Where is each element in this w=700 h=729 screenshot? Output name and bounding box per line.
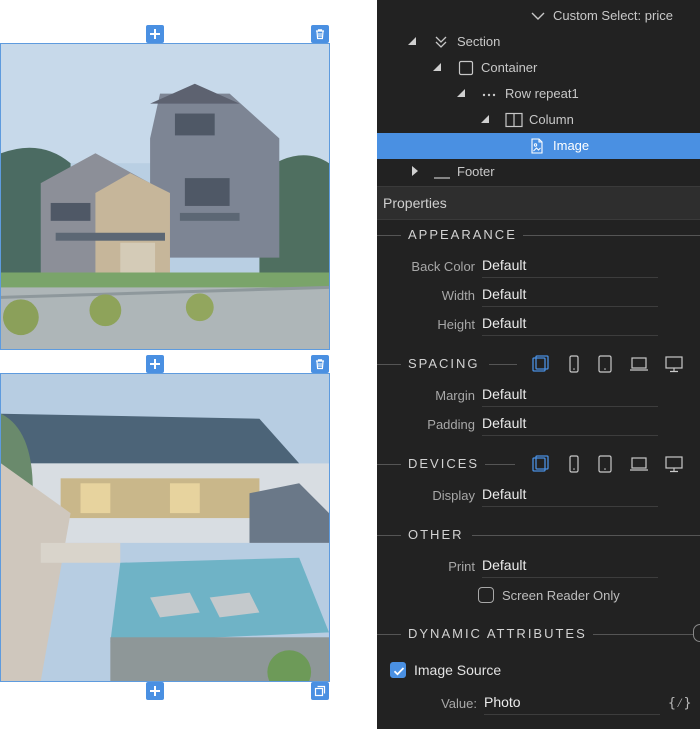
tree-item-label: Column [529,112,574,127]
duplicate-icon [314,685,326,697]
plus-icon [150,29,160,39]
expanded-caret-icon[interactable] [407,36,417,46]
phone-icon[interactable] [564,355,584,373]
tree-item-label: Section [457,34,501,49]
column-icon [505,112,523,128]
image-house-element[interactable] [0,43,330,350]
tree-item-label: Row repeat1 [505,86,579,101]
section-title: APPEARANCE [408,227,517,242]
add-element-button[interactable] [146,25,164,43]
dynamic-attributes-section-header[interactable]: DYNAMIC ATTRIBUTES [377,624,700,644]
height-field[interactable]: Default [482,315,658,336]
row-icon [482,93,496,97]
value-label: Value: [441,696,477,711]
width-label: Width [441,288,475,303]
image-source-checkbox[interactable] [390,662,406,678]
collapsed-caret-icon[interactable] [410,166,420,176]
section-title: DYNAMIC ATTRIBUTES [408,626,587,641]
image-source-label: Image Source [414,662,502,678]
value-field[interactable]: Photo [484,694,660,715]
padding-label: Padding [427,417,475,432]
tree-item-footer[interactable]: Footer [377,159,700,185]
trash-icon [316,359,324,370]
check-icon [393,667,405,676]
properties-header[interactable]: Properties [377,186,700,220]
desktop-icon[interactable] [664,355,684,373]
chevron-down-icon [531,12,545,20]
padding-field[interactable]: Default [482,415,658,436]
tree-item-label: Custom Select: price [553,8,673,23]
screen-reader-only-checkbox[interactable] [478,587,494,603]
phone-icon[interactable] [564,455,584,473]
design-canvas[interactable] [0,0,377,729]
tree-item-column[interactable]: Column [377,107,700,133]
divider [377,364,401,365]
all-devices-icon[interactable] [532,355,552,373]
tablet-icon[interactable] [595,355,615,373]
plus-icon [150,686,160,696]
section-title: SPACING [408,356,480,371]
screen-reader-only-label: Screen Reader Only [502,588,620,603]
laptop-icon[interactable] [629,355,649,373]
footer-icon [434,177,450,179]
delete-element-button[interactable] [311,355,329,373]
delete-element-button[interactable] [311,25,329,43]
other-section-header[interactable]: OTHER [377,525,700,545]
tree-item-label: Container [481,60,538,75]
margin-field[interactable]: Default [482,386,658,407]
dynamic-expression-icon[interactable]: {⁄} [668,696,691,711]
divider [377,464,401,465]
back-color-label: Back Color [411,259,475,274]
tree-item-custom-select[interactable]: Custom Select: price [377,3,700,29]
divider [377,235,401,236]
add-element-button[interactable] [146,355,164,373]
tablet-icon[interactable] [595,455,615,473]
tree-item-row[interactable]: Row repeat1 [377,81,700,107]
image-pool-element[interactable] [0,373,330,682]
width-field[interactable]: Default [482,286,658,307]
desktop-icon[interactable] [664,455,684,473]
section-icon [435,36,447,48]
tree-item-label: Image [553,138,590,153]
expanded-caret-icon[interactable] [456,88,466,98]
section-title: OTHER [408,527,464,542]
divider [523,235,700,236]
margin-label: Margin [435,388,475,403]
right-panel: Custom Select: price Section Container R… [377,0,700,729]
tree-item-section[interactable]: Section [377,29,700,55]
display-label: Display [432,488,475,503]
display-field[interactable]: Default [482,486,658,507]
expanded-caret-icon[interactable] [480,114,490,124]
tree-item-image[interactable]: Image [377,133,700,159]
trash-icon [316,29,324,40]
image-file-icon [531,138,543,154]
plus-icon [150,359,160,369]
house-photo [1,44,329,349]
tree-item-container[interactable]: Container [377,55,700,81]
duplicate-element-button[interactable] [311,682,329,700]
divider [485,464,515,465]
divider [489,364,517,365]
divider [377,535,401,536]
divider [377,634,401,635]
divider [593,634,693,635]
laptop-icon[interactable] [629,455,649,473]
add-element-button[interactable] [146,682,164,700]
tree-item-label: Footer [457,164,495,179]
print-field[interactable]: Default [482,557,658,578]
properties-title: Properties [383,195,447,211]
all-devices-icon[interactable] [532,455,552,473]
section-title: DEVICES [408,456,480,471]
print-label: Print [448,559,475,574]
back-color-field[interactable]: Default [482,257,658,278]
divider [472,535,700,536]
container-icon [458,60,474,76]
add-attribute-button[interactable] [693,624,700,642]
pool-photo [1,374,329,681]
expanded-caret-icon[interactable] [432,62,442,72]
height-label: Height [437,317,475,332]
appearance-section-header[interactable]: APPEARANCE [377,225,700,245]
